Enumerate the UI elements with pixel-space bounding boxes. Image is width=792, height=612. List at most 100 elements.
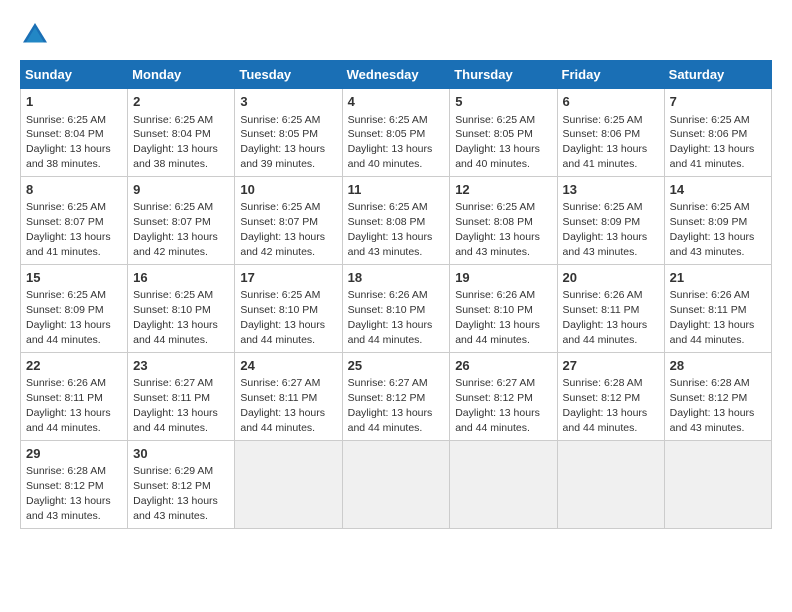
day-number: 8 (26, 181, 122, 199)
calendar-cell (235, 440, 342, 528)
day-info: Sunrise: 6:25 AMSunset: 8:06 PMDaylight:… (670, 114, 755, 171)
calendar-week-4: 22 Sunrise: 6:26 AMSunset: 8:11 PMDaylig… (21, 352, 772, 440)
day-info: Sunrise: 6:25 AMSunset: 8:05 PMDaylight:… (348, 114, 433, 171)
day-info: Sunrise: 6:26 AMSunset: 8:11 PMDaylight:… (563, 289, 648, 346)
day-info: Sunrise: 6:25 AMSunset: 8:10 PMDaylight:… (133, 289, 218, 346)
day-info: Sunrise: 6:27 AMSunset: 8:12 PMDaylight:… (348, 377, 433, 434)
day-info: Sunrise: 6:27 AMSunset: 8:11 PMDaylight:… (133, 377, 218, 434)
calendar-cell: 28 Sunrise: 6:28 AMSunset: 8:12 PMDaylig… (664, 352, 771, 440)
calendar-cell: 21 Sunrise: 6:26 AMSunset: 8:11 PMDaylig… (664, 264, 771, 352)
calendar-cell (342, 440, 450, 528)
weekday-header-saturday: Saturday (664, 61, 771, 89)
calendar-cell: 10 Sunrise: 6:25 AMSunset: 8:07 PMDaylig… (235, 176, 342, 264)
weekday-header-thursday: Thursday (450, 61, 557, 89)
calendar-cell: 12 Sunrise: 6:25 AMSunset: 8:08 PMDaylig… (450, 176, 557, 264)
day-number: 25 (348, 357, 445, 375)
day-info: Sunrise: 6:26 AMSunset: 8:10 PMDaylight:… (348, 289, 433, 346)
calendar-cell (664, 440, 771, 528)
calendar-cell: 20 Sunrise: 6:26 AMSunset: 8:11 PMDaylig… (557, 264, 664, 352)
calendar-cell (557, 440, 664, 528)
day-number: 3 (240, 93, 336, 111)
day-info: Sunrise: 6:25 AMSunset: 8:10 PMDaylight:… (240, 289, 325, 346)
day-number: 15 (26, 269, 122, 287)
calendar-cell: 11 Sunrise: 6:25 AMSunset: 8:08 PMDaylig… (342, 176, 450, 264)
day-info: Sunrise: 6:25 AMSunset: 8:04 PMDaylight:… (133, 114, 218, 171)
day-info: Sunrise: 6:25 AMSunset: 8:07 PMDaylight:… (133, 201, 218, 258)
day-info: Sunrise: 6:25 AMSunset: 8:07 PMDaylight:… (240, 201, 325, 258)
calendar-week-2: 8 Sunrise: 6:25 AMSunset: 8:07 PMDayligh… (21, 176, 772, 264)
day-info: Sunrise: 6:28 AMSunset: 8:12 PMDaylight:… (26, 465, 111, 522)
day-number: 28 (670, 357, 766, 375)
weekday-header-tuesday: Tuesday (235, 61, 342, 89)
calendar-cell: 6 Sunrise: 6:25 AMSunset: 8:06 PMDayligh… (557, 89, 664, 177)
calendar-cell (450, 440, 557, 528)
calendar-cell: 23 Sunrise: 6:27 AMSunset: 8:11 PMDaylig… (128, 352, 235, 440)
calendar-cell: 5 Sunrise: 6:25 AMSunset: 8:05 PMDayligh… (450, 89, 557, 177)
day-number: 29 (26, 445, 122, 463)
calendar-week-1: 1 Sunrise: 6:25 AMSunset: 8:04 PMDayligh… (21, 89, 772, 177)
day-info: Sunrise: 6:26 AMSunset: 8:11 PMDaylight:… (26, 377, 111, 434)
day-number: 7 (670, 93, 766, 111)
day-number: 2 (133, 93, 229, 111)
weekday-header-sunday: Sunday (21, 61, 128, 89)
calendar-cell: 15 Sunrise: 6:25 AMSunset: 8:09 PMDaylig… (21, 264, 128, 352)
calendar-cell: 29 Sunrise: 6:28 AMSunset: 8:12 PMDaylig… (21, 440, 128, 528)
calendar-cell: 25 Sunrise: 6:27 AMSunset: 8:12 PMDaylig… (342, 352, 450, 440)
calendar-cell: 14 Sunrise: 6:25 AMSunset: 8:09 PMDaylig… (664, 176, 771, 264)
weekday-header-friday: Friday (557, 61, 664, 89)
calendar-cell: 17 Sunrise: 6:25 AMSunset: 8:10 PMDaylig… (235, 264, 342, 352)
day-info: Sunrise: 6:29 AMSunset: 8:12 PMDaylight:… (133, 465, 218, 522)
calendar-cell: 27 Sunrise: 6:28 AMSunset: 8:12 PMDaylig… (557, 352, 664, 440)
day-info: Sunrise: 6:25 AMSunset: 8:08 PMDaylight:… (348, 201, 433, 258)
calendar-cell: 19 Sunrise: 6:26 AMSunset: 8:10 PMDaylig… (450, 264, 557, 352)
day-number: 18 (348, 269, 445, 287)
day-number: 12 (455, 181, 551, 199)
day-info: Sunrise: 6:28 AMSunset: 8:12 PMDaylight:… (563, 377, 648, 434)
day-number: 6 (563, 93, 659, 111)
day-number: 17 (240, 269, 336, 287)
weekday-header-monday: Monday (128, 61, 235, 89)
calendar-cell: 3 Sunrise: 6:25 AMSunset: 8:05 PMDayligh… (235, 89, 342, 177)
day-info: Sunrise: 6:27 AMSunset: 8:12 PMDaylight:… (455, 377, 540, 434)
calendar-cell: 24 Sunrise: 6:27 AMSunset: 8:11 PMDaylig… (235, 352, 342, 440)
day-number: 21 (670, 269, 766, 287)
day-info: Sunrise: 6:26 AMSunset: 8:11 PMDaylight:… (670, 289, 755, 346)
day-number: 22 (26, 357, 122, 375)
calendar-table: SundayMondayTuesdayWednesdayThursdayFrid… (20, 60, 772, 529)
calendar-cell: 30 Sunrise: 6:29 AMSunset: 8:12 PMDaylig… (128, 440, 235, 528)
day-number: 1 (26, 93, 122, 111)
calendar-cell: 22 Sunrise: 6:26 AMSunset: 8:11 PMDaylig… (21, 352, 128, 440)
calendar-cell: 13 Sunrise: 6:25 AMSunset: 8:09 PMDaylig… (557, 176, 664, 264)
calendar-cell: 4 Sunrise: 6:25 AMSunset: 8:05 PMDayligh… (342, 89, 450, 177)
day-number: 26 (455, 357, 551, 375)
day-number: 16 (133, 269, 229, 287)
calendar-cell: 8 Sunrise: 6:25 AMSunset: 8:07 PMDayligh… (21, 176, 128, 264)
day-info: Sunrise: 6:25 AMSunset: 8:05 PMDaylight:… (240, 114, 325, 171)
calendar-week-3: 15 Sunrise: 6:25 AMSunset: 8:09 PMDaylig… (21, 264, 772, 352)
calendar-cell: 9 Sunrise: 6:25 AMSunset: 8:07 PMDayligh… (128, 176, 235, 264)
day-number: 9 (133, 181, 229, 199)
day-number: 4 (348, 93, 445, 111)
day-number: 20 (563, 269, 659, 287)
day-number: 13 (563, 181, 659, 199)
day-info: Sunrise: 6:26 AMSunset: 8:10 PMDaylight:… (455, 289, 540, 346)
logo (20, 20, 54, 50)
day-info: Sunrise: 6:25 AMSunset: 8:06 PMDaylight:… (563, 114, 648, 171)
day-info: Sunrise: 6:25 AMSunset: 8:09 PMDaylight:… (563, 201, 648, 258)
day-info: Sunrise: 6:25 AMSunset: 8:09 PMDaylight:… (26, 289, 111, 346)
day-number: 14 (670, 181, 766, 199)
day-number: 5 (455, 93, 551, 111)
page-header (20, 20, 772, 50)
day-number: 27 (563, 357, 659, 375)
calendar-cell: 1 Sunrise: 6:25 AMSunset: 8:04 PMDayligh… (21, 89, 128, 177)
day-info: Sunrise: 6:25 AMSunset: 8:05 PMDaylight:… (455, 114, 540, 171)
weekday-header-wednesday: Wednesday (342, 61, 450, 89)
day-info: Sunrise: 6:25 AMSunset: 8:08 PMDaylight:… (455, 201, 540, 258)
weekday-header-row: SundayMondayTuesdayWednesdayThursdayFrid… (21, 61, 772, 89)
day-info: Sunrise: 6:25 AMSunset: 8:07 PMDaylight:… (26, 201, 111, 258)
calendar-week-5: 29 Sunrise: 6:28 AMSunset: 8:12 PMDaylig… (21, 440, 772, 528)
calendar-cell: 2 Sunrise: 6:25 AMSunset: 8:04 PMDayligh… (128, 89, 235, 177)
day-number: 11 (348, 181, 445, 199)
day-number: 19 (455, 269, 551, 287)
logo-icon (20, 20, 50, 50)
